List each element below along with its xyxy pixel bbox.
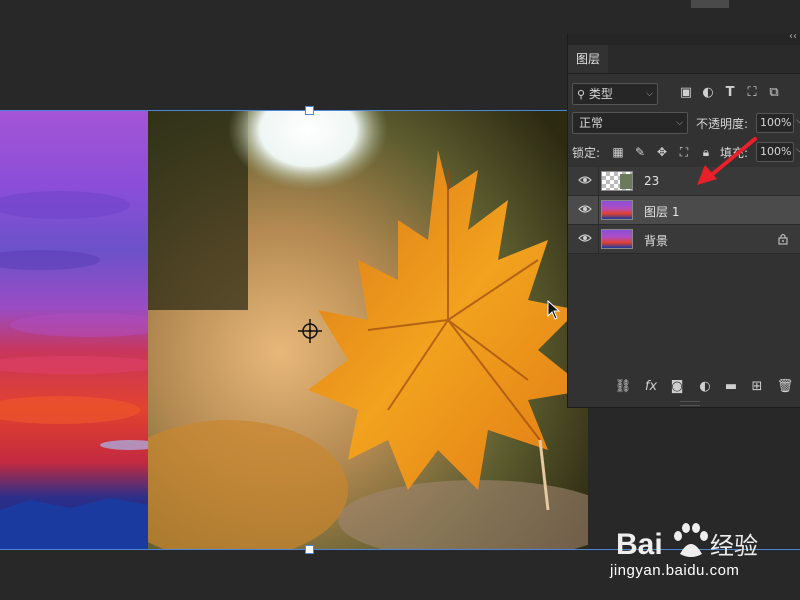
image-filter-icon[interactable]: ▣ <box>678 85 694 101</box>
layer-divider <box>598 196 599 224</box>
layer-thumbnail <box>601 229 633 249</box>
layer-thumbnail <box>601 200 633 220</box>
blend-opacity-row: 正常 ⌵ 不透明度: 100% ⌵ <box>572 112 800 134</box>
transform-handle-bottom[interactable] <box>305 545 314 554</box>
layer-row-23[interactable]: 23 <box>568 167 800 196</box>
shape-filter-icon[interactable]: ⛶ <box>744 85 760 101</box>
opacity-label: 不透明度: <box>696 117 749 131</box>
filter-kind-label: 类型 <box>588 87 613 101</box>
collapse-panel-icon[interactable]: ‹‹ <box>789 31 797 42</box>
adjustment-filter-icon[interactable]: ◐ <box>700 85 716 101</box>
panel-tab-row: 图层 <box>568 45 800 74</box>
opacity-input[interactable]: 100% <box>756 113 794 133</box>
panel-title-strip[interactable]: ‹‹ <box>568 31 800 45</box>
layer-name[interactable]: 背景 <box>644 232 668 249</box>
layer-name[interactable]: 23 <box>644 174 659 188</box>
chevron-down-icon: ⌵ <box>646 89 653 99</box>
layer-filter-row: ⚲ 类型 ⌵ ▣ ◐ T ⛶ ⧉ <box>572 83 800 105</box>
layer-row-background[interactable]: 背景 <box>568 225 800 254</box>
panel-resize-grip[interactable] <box>680 401 700 406</box>
fx-icon[interactable]: fx <box>642 378 660 396</box>
watermark-url: jingyan.baidu.com <box>610 562 740 579</box>
eye-icon[interactable] <box>578 204 592 214</box>
type-filter-icon[interactable]: T <box>722 85 738 101</box>
fill-input[interactable]: 100% <box>756 142 794 162</box>
document-canvas[interactable] <box>0 110 588 550</box>
reference-point-crosshair-icon[interactable] <box>298 319 322 343</box>
filter-kind-select[interactable]: ⚲ 类型 ⌵ <box>572 83 658 105</box>
tab-layers[interactable]: 图层 <box>568 45 608 73</box>
transform-handle-top[interactable] <box>305 106 314 115</box>
annotation-arrow-icon <box>697 137 757 185</box>
add-mask-icon[interactable]: ◙ <box>668 378 686 396</box>
link-layers-icon[interactable]: ⛓ <box>614 378 632 396</box>
layers-panel: ‹‹ 图层 ⚲ 类型 ⌵ ▣ ◐ T ⛶ ⧉ 正常 ⌵ 不透明度: 100% ⌵… <box>567 31 800 408</box>
trash-icon[interactable]: 🗑︎ <box>776 378 794 396</box>
layer-thumbnail <box>601 171 633 191</box>
mouse-pointer-icon <box>547 300 561 320</box>
layer-divider <box>598 167 599 195</box>
layers-bottom-toolbar: ⛓ fx ◙ ◐ ▬ ⊞ 🗑︎ <box>568 375 800 399</box>
layer-row-layer-1[interactable]: 图层 1 <box>568 196 800 225</box>
layer-divider <box>598 225 599 253</box>
layer-name[interactable]: 图层 1 <box>644 203 679 220</box>
lock-artboard-icon[interactable]: ⛶ <box>676 144 692 160</box>
search-icon: ⚲ <box>577 88 586 101</box>
blend-mode-select[interactable]: 正常 ⌵ <box>572 112 688 134</box>
svg-text:经验: 经验 <box>710 532 758 560</box>
lock-position-icon[interactable]: ✥ <box>654 144 670 160</box>
smart-object-filter-icon[interactable]: ⧉ <box>766 85 782 101</box>
svg-text:Bai: Bai <box>616 528 663 561</box>
chevron-down-icon: ⌵ <box>676 118 683 128</box>
lock-paint-icon[interactable]: ✎ <box>632 144 648 160</box>
lock-transparent-icon[interactable]: ▦ <box>610 144 626 160</box>
new-layer-icon[interactable]: ⊞ <box>748 378 766 396</box>
opacity-dropdown-icon[interactable]: ⌵ <box>796 116 800 126</box>
lock-icon[interactable] <box>777 233 789 245</box>
lock-fill-row: 锁定: ▦ ✎ ✥ ⛶ 🔒︎ 填充: 100% ⌵ <box>572 141 800 163</box>
layer-list: 23 图层 1 背景 <box>568 167 800 367</box>
baidu-watermark-logo: Bai 经验 <box>616 523 758 561</box>
eye-icon[interactable] <box>578 175 592 185</box>
lock-label: 锁定: <box>572 146 601 160</box>
adjustment-layer-icon[interactable]: ◐ <box>696 378 714 396</box>
leaf-thumbnail-patch <box>620 174 632 189</box>
sunset-layer-image <box>0 110 148 550</box>
blend-mode-label: 正常 <box>579 116 604 130</box>
maple-leaf-layer-image <box>148 110 588 550</box>
eye-icon[interactable] <box>578 233 592 243</box>
folder-icon[interactable]: ▬ <box>722 378 740 396</box>
fill-dropdown-icon[interactable]: ⌵ <box>796 145 800 155</box>
top-toolbar-button[interactable] <box>691 0 729 8</box>
